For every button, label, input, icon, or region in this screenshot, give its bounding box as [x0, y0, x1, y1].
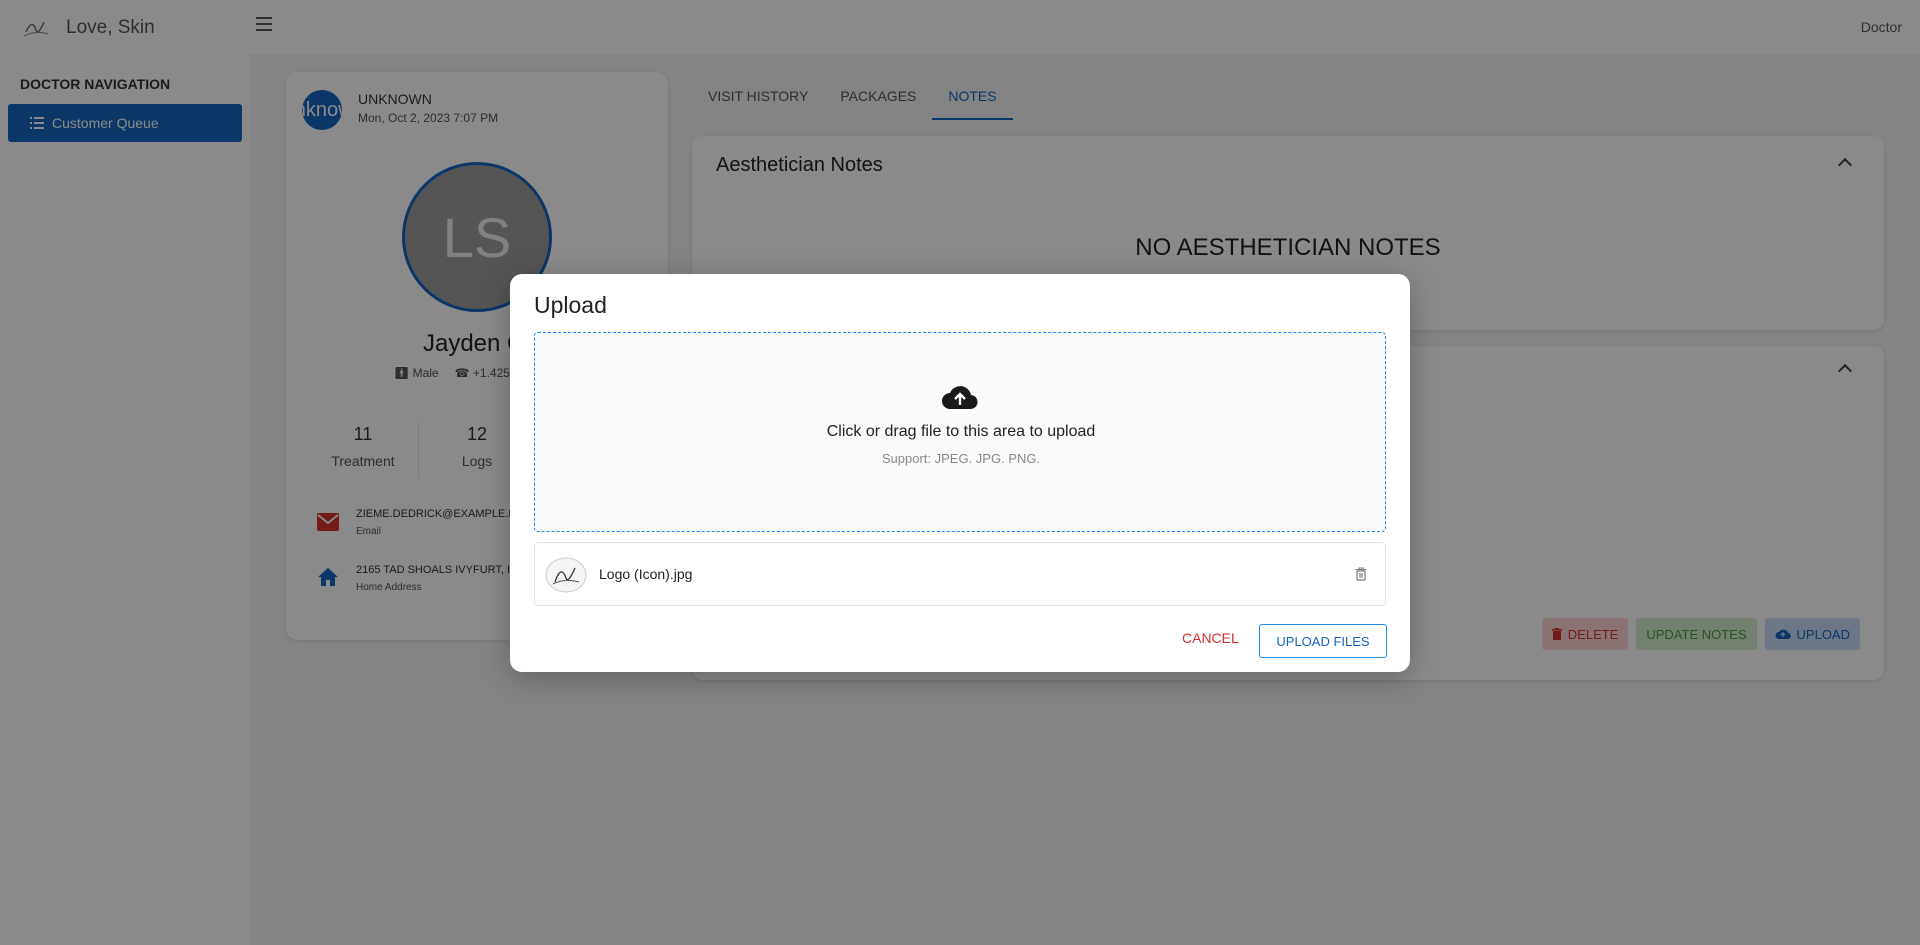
- file-thumbnail: [545, 557, 587, 593]
- upload-dialog: Upload Click or drag file to this area t…: [510, 274, 1410, 672]
- cancel-button[interactable]: CANCEL: [1182, 630, 1239, 646]
- file-dropzone[interactable]: Click or drag file to this area to uploa…: [534, 332, 1386, 532]
- cloud-upload-icon: [942, 386, 978, 410]
- file-list-item: Logo (Icon).jpg: [534, 542, 1386, 606]
- file-name: Logo (Icon).jpg: [599, 566, 693, 582]
- dropzone-instruction: Click or drag file to this area to uploa…: [826, 423, 1096, 440]
- upload-files-button[interactable]: UPLOAD FILES: [1259, 624, 1387, 658]
- dropzone-support: Support: JPEG. JPG. PNG.: [881, 451, 1041, 466]
- dialog-title: Upload: [534, 292, 607, 318]
- trash-icon[interactable]: [1355, 567, 1367, 581]
